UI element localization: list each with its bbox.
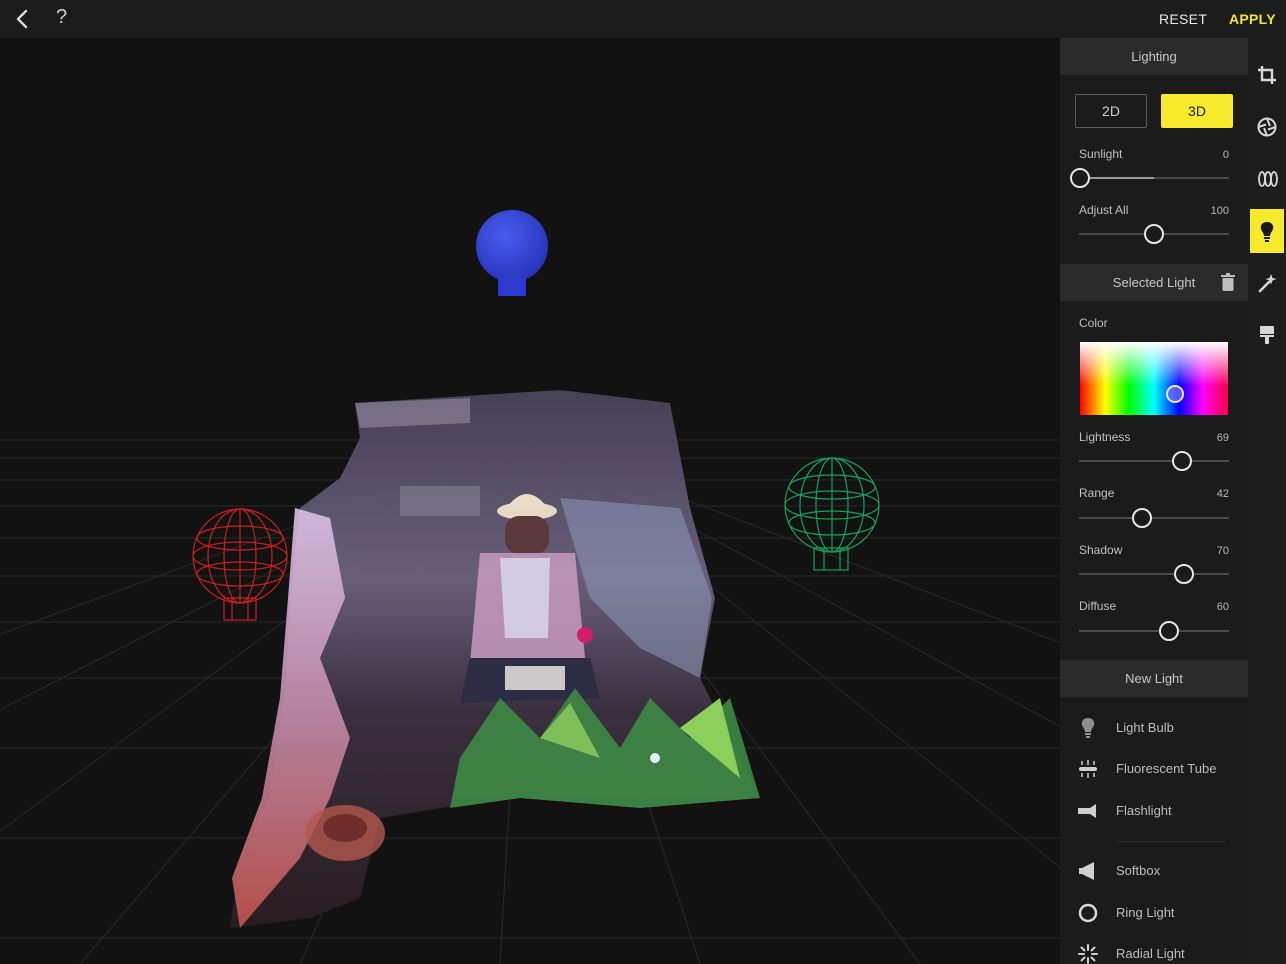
new-ring-light[interactable]: Ring Light: [1060, 895, 1248, 931]
new-light-bulb[interactable]: Light Bulb: [1060, 710, 1248, 746]
radial-light-icon: [1076, 943, 1100, 964]
new-radial-light[interactable]: Radial Light: [1060, 936, 1248, 964]
lighting-panel: Lighting 2D 3D Sunlight 0 Adjust All 100…: [1060, 38, 1248, 964]
green-light-wireframe: [784, 457, 880, 571]
mode-2d-button[interactable]: 2D: [1075, 94, 1147, 128]
new-radial-light-label: Radial Light: [1116, 946, 1185, 961]
red-light-wireframe: [192, 508, 288, 621]
new-softbox-label: Softbox: [1116, 863, 1161, 878]
shadow-label: Shadow: [1079, 543, 1123, 557]
color-picker[interactable]: [1080, 342, 1228, 415]
diffuse-value: 60: [1216, 601, 1229, 613]
point-cloud-photo: [230, 390, 760, 928]
shadow-slider-knob[interactable]: [1174, 564, 1194, 584]
new-flashlight-label: Flashlight: [1116, 803, 1172, 818]
light-bulb-icon: [1260, 222, 1274, 242]
color-label: Color: [1079, 316, 1108, 330]
sunlight-label: Sunlight: [1079, 147, 1123, 161]
new-light-bulb-label: Light Bulb: [1116, 720, 1174, 735]
adjust-all-label: Adjust All: [1079, 203, 1129, 217]
sunlight-slider-knob[interactable]: [1070, 168, 1090, 188]
top-bar: ? RESET APPLY: [0, 0, 1286, 38]
lightness-value: 69: [1216, 432, 1229, 444]
sunlight-fill: [1079, 177, 1154, 179]
tool-sidebar: [1248, 38, 1286, 964]
lightness-slider-knob[interactable]: [1172, 451, 1192, 471]
new-flashlight[interactable]: Flashlight: [1060, 793, 1248, 829]
lightness-track[interactable]: [1079, 460, 1229, 462]
new-ring-light-label: Ring Light: [1116, 905, 1175, 920]
new-softbox[interactable]: Softbox: [1060, 853, 1248, 889]
range-value: 42: [1216, 488, 1229, 500]
lightness-label: Lightness: [1079, 430, 1131, 444]
tool-crop[interactable]: [1250, 53, 1284, 97]
diffuse-track[interactable]: [1079, 630, 1229, 632]
scene-viewport[interactable]: [0, 38, 1060, 964]
crop-icon: [1258, 66, 1276, 84]
help-button[interactable]: ?: [56, 6, 67, 29]
new-fluorescent-tube[interactable]: Fluorescent Tube: [1060, 751, 1248, 787]
tool-paint-brush[interactable]: [1250, 313, 1284, 357]
light-bulb-icon: [1076, 717, 1100, 739]
tool-aperture[interactable]: [1250, 105, 1284, 149]
diffuse-label: Diffuse: [1079, 599, 1117, 613]
adjust-all-value: 100: [1210, 205, 1229, 217]
shadow-value: 70: [1216, 545, 1229, 557]
tool-lighting[interactable]: [1250, 209, 1284, 253]
fluorescent-tube-icon: [1076, 758, 1100, 780]
new-light-section-title: New Light: [1060, 660, 1248, 697]
new-fluorescent-tube-label: Fluorescent Tube: [1116, 761, 1217, 776]
lighting-section-title: Lighting: [1060, 38, 1248, 75]
range-track[interactable]: [1079, 517, 1229, 519]
apply-button[interactable]: APPLY: [1229, 11, 1276, 27]
flashlight-icon: [1076, 800, 1100, 822]
diffuse-slider-knob[interactable]: [1159, 621, 1179, 641]
new-light-divider: [1116, 841, 1226, 842]
tool-lens[interactable]: [1250, 157, 1284, 201]
paint-brush-icon: [1260, 326, 1274, 344]
tool-magic-wand[interactable]: [1250, 261, 1284, 305]
shadow-track[interactable]: [1079, 573, 1229, 575]
adjust-all-slider-knob[interactable]: [1144, 224, 1164, 244]
color-picker-knob[interactable]: [1166, 385, 1184, 403]
range-slider-knob[interactable]: [1132, 508, 1152, 528]
sunlight-track[interactable]: [1079, 177, 1229, 179]
trash-icon[interactable]: [1220, 273, 1236, 291]
mode-3d-button[interactable]: 3D: [1161, 94, 1233, 128]
reset-button[interactable]: RESET: [1159, 11, 1207, 27]
chevron-left-icon[interactable]: [12, 7, 34, 31]
blue-light-sphere: [476, 210, 548, 296]
range-label: Range: [1079, 486, 1115, 500]
magic-wand-icon: [1258, 274, 1277, 293]
softbox-icon: [1076, 860, 1100, 882]
lens-icon: [1258, 171, 1278, 187]
ring-light-icon: [1076, 902, 1100, 924]
aperture-icon: [1257, 117, 1277, 137]
scene-canvas: [0, 210, 1060, 964]
sunlight-value: 0: [1222, 149, 1229, 161]
